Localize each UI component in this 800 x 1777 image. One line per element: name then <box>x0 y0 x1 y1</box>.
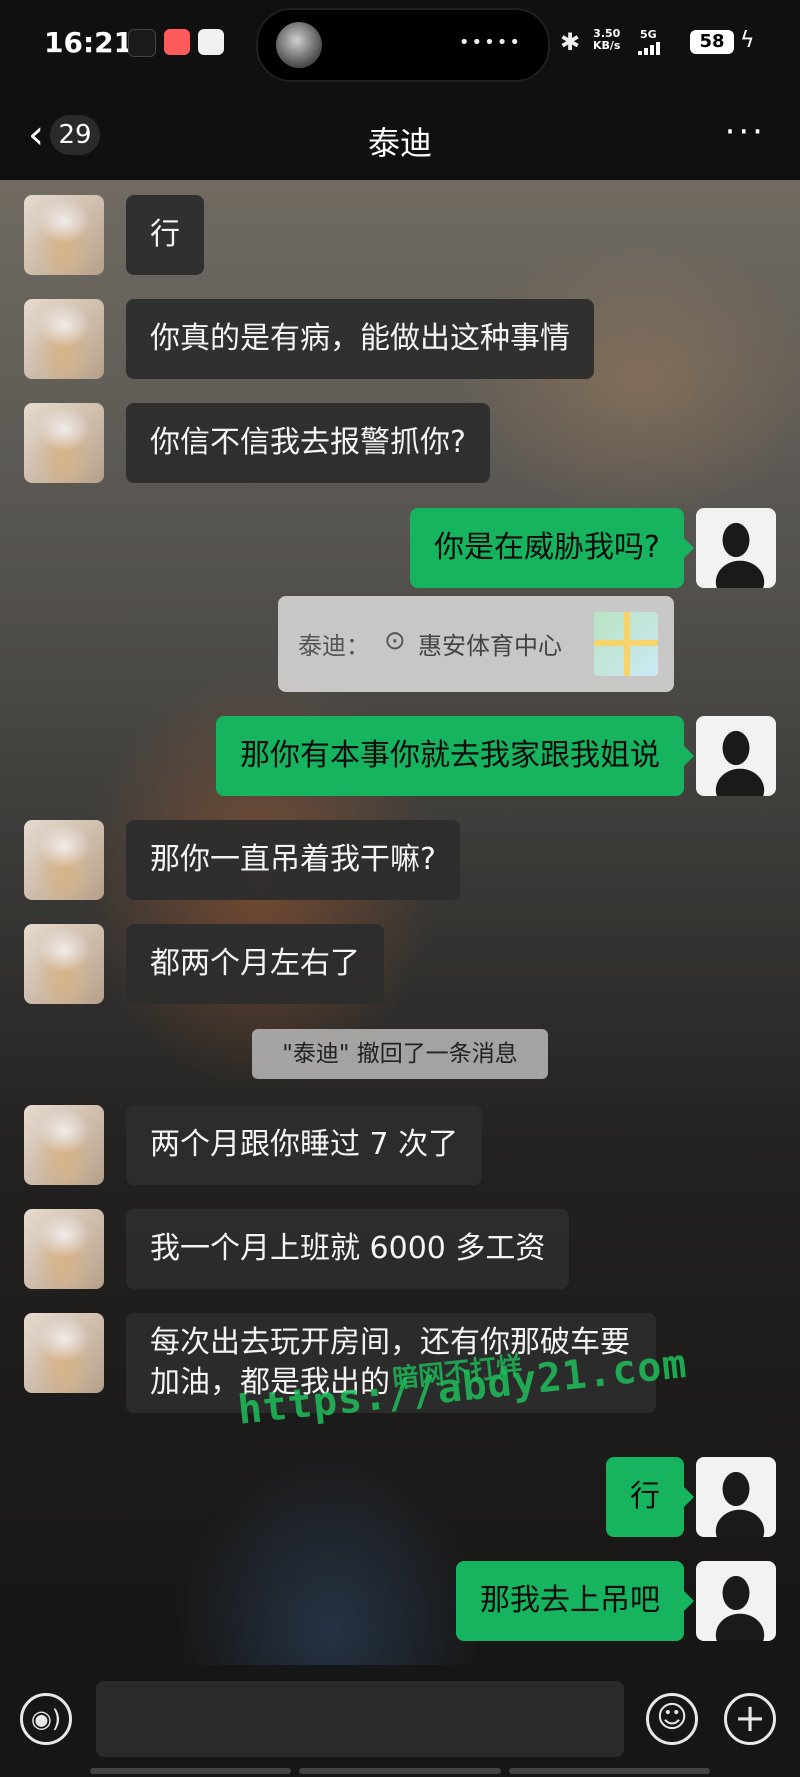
contact-avatar[interactable] <box>24 299 104 379</box>
gesture-bar <box>90 1768 710 1774</box>
contact-avatar[interactable] <box>24 1209 104 1289</box>
message-input[interactable] <box>96 1681 624 1757</box>
message-bubble[interactable]: 你信不信我去报警抓你? <box>126 403 490 483</box>
chat-title: 泰迪 <box>367 124 432 162</box>
my-avatar[interactable] <box>696 508 776 588</box>
signal-strength-icon <box>638 42 660 55</box>
status-bar: 16:21 ••••• ✱ 3.50 KB/s 5G 58 ϟ <box>0 0 800 90</box>
chat-header: ‹ 29 泰迪 ··· <box>0 90 800 180</box>
message-row: 行 <box>576 1457 776 1537</box>
recall-notice: "泰迪" 撤回了一条消息 <box>252 1029 548 1079</box>
location-share-card[interactable]: 泰迪： ⊙ 惠安体育中心 <box>278 596 674 692</box>
message-bubble[interactable]: 你是在威胁我吗? <box>410 508 684 588</box>
app-notification-icon <box>164 29 190 55</box>
message-bubble[interactable]: 行 <box>126 195 204 275</box>
battery-level: 58 <box>690 30 734 54</box>
notification-icons <box>128 29 224 57</box>
charging-bolt-icon: ϟ <box>740 28 755 53</box>
message-bubble[interactable]: 那你有本事你就去我家跟我姐说 <box>216 716 684 796</box>
message-bubble[interactable]: 那我去上吊吧 <box>456 1561 684 1641</box>
message-bubble[interactable]: 两个月跟你睡过 7 次了 <box>126 1105 483 1185</box>
message-bubble[interactable]: 你真的是有病，能做出这种事情 <box>126 299 594 379</box>
network-type: 5G <box>640 28 657 41</box>
my-avatar[interactable] <box>696 716 776 796</box>
message-row: 行 <box>24 195 324 275</box>
bubble-tail <box>684 1487 694 1507</box>
message-row: 我一个月上班就 6000 多工资 <box>24 1209 674 1289</box>
input-bar: ◉) ☺ + <box>0 1665 800 1777</box>
contact-avatar[interactable] <box>24 924 104 1004</box>
message-row: 你真的是有病，能做出这种事情 <box>24 299 724 379</box>
dynamic-island[interactable]: ••••• <box>256 8 550 82</box>
message-row: 那我去上吊吧 <box>400 1561 776 1641</box>
bubble-tail <box>684 746 694 766</box>
message-bubble[interactable]: 我一个月上班就 6000 多工资 <box>126 1209 570 1289</box>
location-sender: 泰迪： <box>298 632 370 660</box>
music-app-icon <box>128 29 156 57</box>
message-row: 两个月跟你睡过 7 次了 <box>24 1105 624 1185</box>
message-row: 都两个月左右了 <box>24 924 624 1004</box>
bluetooth-icon: ✱ <box>560 28 581 56</box>
message-bubble[interactable]: 那你一直吊着我干嘛? <box>126 820 460 900</box>
location-place-name: 惠安体育中心 <box>418 632 562 660</box>
message-row: 你信不信我去报警抓你? <box>24 403 624 483</box>
message-row: 你是在威胁我吗? <box>368 508 776 588</box>
location-pin-icon: ⊙ <box>384 626 406 656</box>
bubble-tail <box>684 538 694 558</box>
contact-avatar[interactable] <box>24 1313 104 1393</box>
my-avatar[interactable] <box>696 1561 776 1641</box>
message-row: 那你有本事你就去我家跟我姐说 <box>140 716 776 796</box>
message-bubble[interactable]: 都两个月左右了 <box>126 924 384 1004</box>
map-thumbnail-icon <box>594 612 658 676</box>
message-bubble[interactable]: 行 <box>606 1457 684 1537</box>
voice-icon[interactable]: ◉) <box>20 1693 72 1745</box>
contact-avatar[interactable] <box>24 403 104 483</box>
chat-screen: 16:21 ••••• ✱ 3.50 KB/s 5G 58 ϟ ‹ 29 泰迪 … <box>0 0 800 1777</box>
contact-avatar[interactable] <box>24 1105 104 1185</box>
message-row: 那你一直吊着我干嘛? <box>24 820 624 900</box>
more-dots-icon[interactable]: ··· <box>725 112 766 152</box>
contact-avatar[interactable] <box>24 195 104 275</box>
contact-avatar[interactable] <box>24 820 104 900</box>
status-time: 16:21 <box>44 26 134 59</box>
network-speed-unit: KB/s <box>593 39 621 52</box>
network-speed: 3.50 KB/s <box>593 28 620 52</box>
qq-icon <box>198 29 224 55</box>
audio-wave-icon: ••••• <box>458 32 522 53</box>
now-playing-thumbnail <box>276 22 322 68</box>
plus-icon[interactable]: + <box>724 1693 776 1745</box>
emoji-icon[interactable]: ☺ <box>646 1693 698 1745</box>
bubble-tail <box>684 1591 694 1611</box>
my-avatar[interactable] <box>696 1457 776 1537</box>
